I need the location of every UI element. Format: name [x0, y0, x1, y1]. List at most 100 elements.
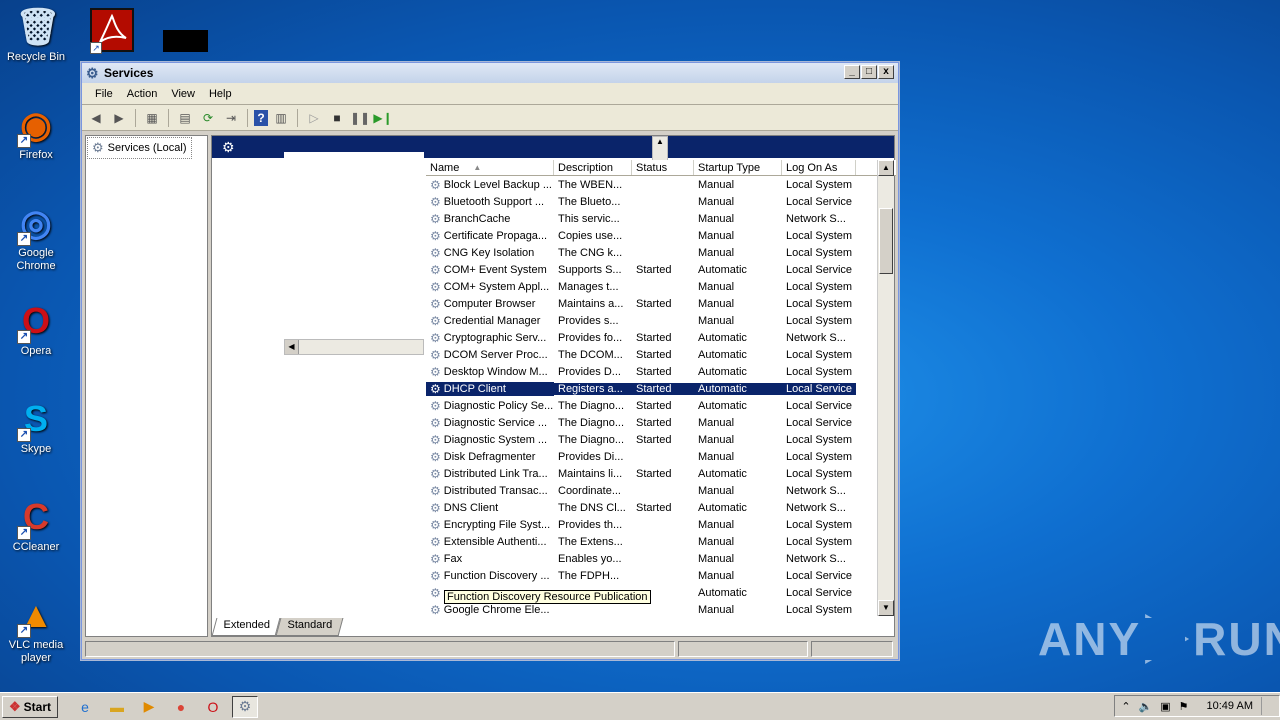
table-row[interactable]: ⚙ Bluetooth Support ... The Blueto... Manua…	[426, 193, 896, 210]
col-log-on-as[interactable]: Log On As	[782, 160, 856, 175]
table-row[interactable]: ⚙ Diagnostic System ... The Diagno... Start…	[426, 431, 896, 448]
service-name: Diagnostic Policy Se...	[443, 399, 554, 412]
desktop-shortcut[interactable]: ▲ ↗ VLC media player	[6, 594, 66, 665]
cell-name: ⚙ Block Level Backup ...	[426, 178, 554, 192]
menu-view[interactable]: View	[164, 88, 202, 100]
acrobat-shortcut[interactable]: ↗	[90, 8, 134, 54]
start-service-icon[interactable]: ▷	[304, 108, 324, 128]
desktop-shortcut[interactable]: ◎ ↗ Google Chrome	[6, 202, 66, 273]
tab-extended[interactable]: Extended	[211, 618, 281, 636]
table-row[interactable]: ⚙ Cryptographic Serv... Provides fo... Star…	[426, 329, 896, 346]
table-row[interactable]: ⚙ Desktop Window M... Provides D... Started…	[426, 363, 896, 380]
cell-startup-type: Manual	[698, 433, 735, 446]
table-row[interactable]: ⚙ COM+ System Appl... Manages t... Manual Lo…	[426, 278, 896, 295]
service-gear-icon: ⚙	[430, 245, 441, 260]
desktop-shortcut[interactable]: ◉ ↗ Firefox	[6, 104, 66, 162]
stop-service-icon[interactable]: ■	[327, 108, 347, 128]
help-icon[interactable]: ?	[254, 109, 268, 126]
cell-startup-type: Automatic	[698, 399, 747, 412]
scroll-thumb[interactable]	[879, 208, 893, 274]
services-icon[interactable]: ⚙	[232, 695, 258, 718]
desktop-shortcut[interactable]: C ↗ CCleaner	[6, 496, 66, 554]
col-startup-type[interactable]: Startup Type	[694, 160, 782, 175]
table-row[interactable]: ⚙ COM+ Event System Supports S... Started Au…	[426, 261, 896, 278]
table-row[interactable]: ⚙ Distributed Transac... Coordinate... Manu…	[426, 482, 896, 499]
desktop-shortcut[interactable]: 🗑 Recycle Bin	[6, 6, 66, 64]
table-row[interactable]: ⚙ Computer Browser Maintains a... Started Ma…	[426, 295, 896, 312]
maximize-button[interactable]: □	[861, 65, 877, 79]
service-name: CNG Key Isolation	[443, 246, 535, 259]
scroll-up-icon[interactable]: ▲	[878, 160, 894, 176]
show-desktop-button[interactable]	[1261, 697, 1273, 715]
menu-file[interactable]: File	[88, 88, 120, 100]
properties-icon[interactable]: ▤	[175, 108, 195, 128]
export-list-icon[interactable]: ⇥	[221, 108, 241, 128]
forward-arrow-icon[interactable]: ▶	[109, 108, 129, 128]
chrome-icon: ◎ ↗	[15, 202, 57, 246]
explorer-icon[interactable]: ▬	[104, 696, 130, 718]
table-row[interactable]: ⚙ DCOM Server Proc... The DCOM... Started Au…	[426, 346, 896, 363]
action-center-flag-icon[interactable]: ⚑	[1179, 700, 1189, 713]
table-row[interactable]: ⚙ Extensible Authenti... The Extens... Manu…	[426, 533, 896, 550]
service-name: COM+ Event System	[443, 263, 547, 276]
title-bar[interactable]: ⚙ Services _ □ x	[82, 63, 898, 83]
table-row[interactable]: ⚙ Disk Defragmenter Provides Di... Manual Lo…	[426, 448, 896, 465]
toolbar: ◀ ▶ ▦ ▤ ⟳ ⇥ ? ▥ ▷ ■ ❚❚ ▶❙	[82, 105, 898, 131]
volume-icon[interactable]: 🔈	[1139, 700, 1153, 713]
show-hidden-icons-icon[interactable]: ⌃	[1121, 700, 1130, 713]
table-row[interactable]: ⚙ Credential Manager Provides s... Manual Lo…	[426, 312, 896, 329]
table-row[interactable]: ⚙ BranchCache This servic... Manual Network …	[426, 210, 896, 227]
firefox-icon: ◉ ↗	[15, 104, 57, 148]
table-row[interactable]: ⚙ Block Level Backup ... The WBEN... Manual…	[426, 176, 896, 193]
tree-item-services-local[interactable]: ⚙ Services (Local)	[87, 137, 192, 159]
table-row[interactable]: ⚙ Encrypting File Syst... Provides th... Ma…	[426, 516, 896, 533]
skype-icon: S ↗	[15, 398, 57, 442]
close-button[interactable]: x	[878, 65, 894, 79]
table-row[interactable]: ⚙ Fax Enables yo... Manual Network S...	[426, 550, 896, 567]
scroll-down-icon[interactable]: ▼	[878, 600, 894, 616]
description-hscroll[interactable]: ◀	[284, 339, 424, 355]
refresh-icon[interactable]: ⟳	[198, 108, 218, 128]
menu-action[interactable]: Action	[120, 88, 165, 100]
table-row[interactable]: ⚙ Diagnostic Service ... The Diagno... Star…	[426, 414, 896, 431]
table-row[interactable]: ⚙ DNS Client The DNS Cl... Started Automatic…	[426, 499, 896, 516]
pause-service-icon[interactable]: ❚❚	[350, 108, 370, 128]
tab-standard[interactable]: Standard	[276, 618, 344, 636]
cell-description: The DCOM...	[558, 348, 623, 361]
table-row[interactable]: ⚙ Distributed Link Tra... Maintains li... S…	[426, 465, 896, 482]
cell-log-on-as: Local System	[786, 348, 853, 361]
clock[interactable]: 10:49 AM	[1207, 700, 1253, 712]
desktop-icon-label: Recycle Bin	[6, 51, 66, 63]
shortcut-arrow-icon: ↗	[17, 428, 31, 442]
desktop-shortcut[interactable]: O ↗ Opera	[6, 300, 66, 358]
minimize-button[interactable]: _	[844, 65, 860, 79]
table-row[interactable]: ⚙ DHCP Client Registers a... Started Automat…	[426, 380, 896, 397]
table-row[interactable]: ⚙ Function Discovery ... The FDPH... Manual…	[426, 567, 896, 584]
table-row[interactable]: ⚙ CNG Key Isolation The CNG k... Manual Loca…	[426, 244, 896, 261]
col-description[interactable]: Description	[554, 160, 632, 175]
desktop-shortcut[interactable]: S ↗ Skype	[6, 398, 66, 456]
scroll-left-icon[interactable]: ◀	[285, 340, 299, 354]
cell-name: ⚙ Distributed Link Tra...	[426, 467, 554, 481]
cell-log-on-as: Local System	[786, 603, 853, 616]
menu-help[interactable]: Help	[202, 88, 239, 100]
service-gear-icon: ⚙	[430, 313, 441, 328]
opera-icon[interactable]: O	[200, 696, 226, 718]
table-row[interactable]: ⚙ Diagnostic Policy Se... The Diagno... Sta…	[426, 397, 896, 414]
media-player-icon[interactable]: ▶	[136, 696, 162, 718]
action-pane-icon[interactable]: ▥	[271, 108, 291, 128]
ie-icon[interactable]: e	[72, 696, 98, 718]
col-name[interactable]: Name ▲	[426, 160, 554, 175]
show-hide-console-tree-icon[interactable]: ▦	[142, 108, 162, 128]
list-vscroll[interactable]: ▲ ▼	[877, 160, 894, 616]
restart-service-icon[interactable]: ▶❙	[373, 108, 393, 128]
back-arrow-icon[interactable]: ◀	[86, 108, 106, 128]
start-button[interactable]: ❖ Start	[2, 695, 58, 718]
chrome-icon[interactable]: ●	[168, 696, 194, 718]
black-tile-shortcut[interactable]	[163, 30, 208, 52]
service-gear-icon: ⚙	[430, 466, 441, 481]
network-icon[interactable]: ▣	[1160, 700, 1170, 713]
table-row[interactable]: ⚙ Certificate Propaga... Copies use... Manu…	[426, 227, 896, 244]
col-status[interactable]: Status	[632, 160, 694, 175]
service-name: DCOM Server Proc...	[443, 348, 548, 361]
